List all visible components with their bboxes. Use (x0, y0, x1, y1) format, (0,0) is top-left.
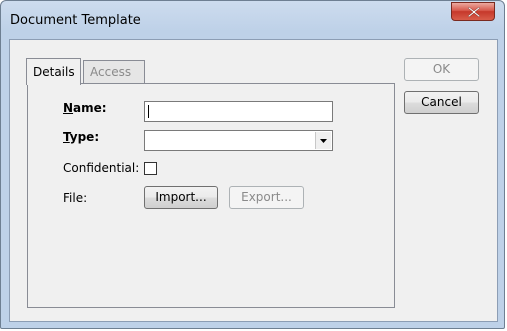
ok-button[interactable]: OK (404, 58, 479, 81)
close-button[interactable] (451, 2, 495, 21)
cancel-button-label: Cancel (421, 95, 462, 109)
tab-details[interactable]: Details (26, 58, 81, 85)
cancel-button[interactable]: Cancel (404, 91, 479, 114)
close-x-icon (468, 7, 480, 17)
tab-access-label: Access (90, 65, 132, 79)
name-label: Name: (63, 101, 107, 115)
confidential-checkbox[interactable] (144, 162, 157, 175)
tab-access[interactable]: Access (83, 60, 145, 84)
import-button-label: Import... (155, 190, 207, 204)
export-button-label: Export... (241, 190, 292, 204)
dialog-client-area: Details Access Name: Type: Confidential: (9, 39, 498, 322)
type-combobox[interactable] (144, 130, 333, 151)
import-button[interactable]: Import... (144, 186, 218, 209)
type-label: Type: (63, 130, 100, 144)
export-button[interactable]: Export... (229, 186, 304, 209)
type-dropdown-button[interactable] (315, 132, 331, 149)
file-label: File: (63, 191, 88, 205)
name-input[interactable] (144, 101, 333, 122)
details-tab-panel: Name: Type: Confidential: File: Import..… (27, 83, 395, 308)
tab-details-label: Details (33, 65, 75, 79)
dialog-window: Document Template Details Access Name: T… (0, 0, 505, 329)
ok-button-label: OK (432, 62, 451, 76)
chevron-down-icon (320, 139, 327, 143)
text-caret (148, 105, 149, 118)
window-title: Document Template (10, 13, 141, 28)
confidential-label: Confidential: (63, 161, 140, 175)
title-bar[interactable]: Document Template (1, 1, 504, 39)
